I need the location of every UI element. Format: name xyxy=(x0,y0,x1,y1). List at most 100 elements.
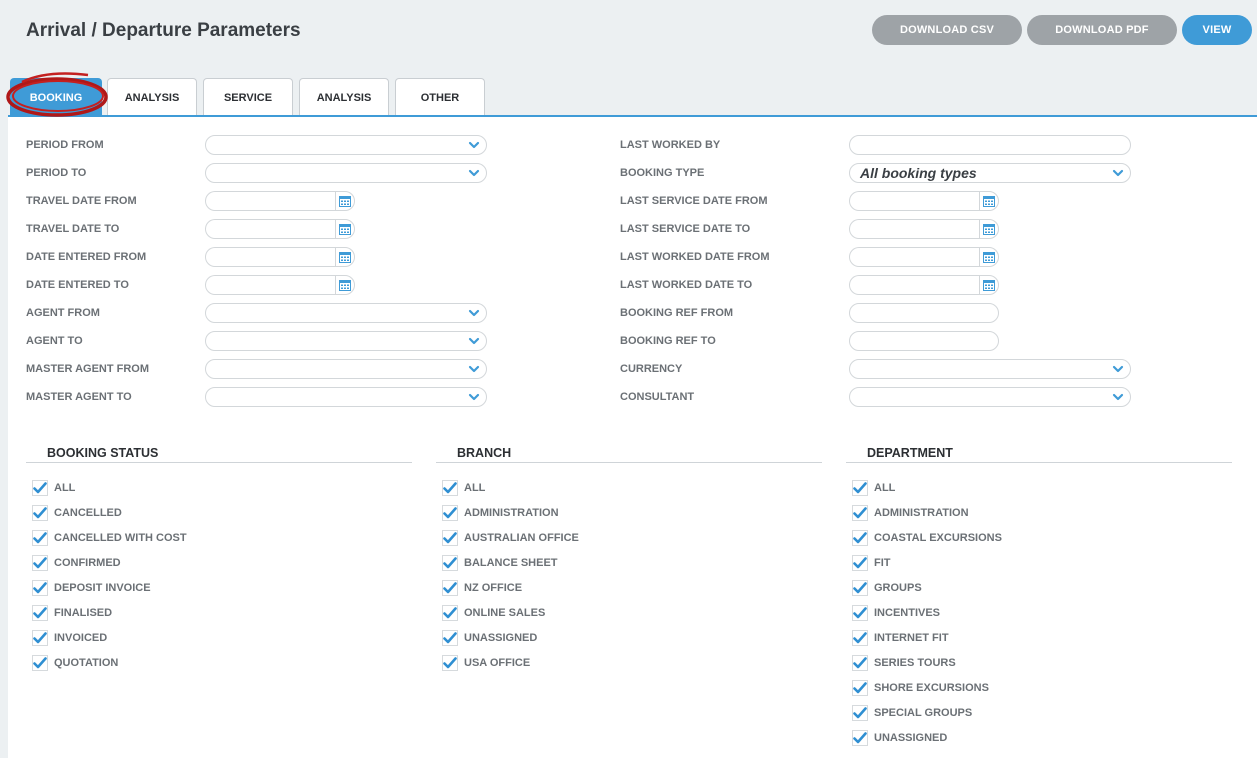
checkbox-department-incentives[interactable]: INCENTIVES xyxy=(852,603,940,623)
checkbox-branch-unassigned[interactable]: UNASSIGNED xyxy=(442,628,537,648)
master-agent-from-select[interactable] xyxy=(205,359,487,379)
check-icon[interactable] xyxy=(32,630,48,646)
checkbox-booking-status-finalised[interactable]: FINALISED xyxy=(32,603,112,623)
checkbox-department-series-tours[interactable]: SERIES TOURS xyxy=(852,653,956,673)
checkbox-department-groups[interactable]: GROUPS xyxy=(852,578,922,598)
date-entered-to-input[interactable] xyxy=(205,275,335,295)
check-icon[interactable] xyxy=(442,530,458,546)
checkbox-department-internet-fit[interactable]: INTERNET FIT xyxy=(852,628,949,648)
calendar-icon[interactable] xyxy=(335,191,355,211)
page-header: Arrival / Departure Parameters DOWNLOAD … xyxy=(0,0,1257,62)
check-icon[interactable] xyxy=(852,705,868,721)
check-icon[interactable] xyxy=(852,730,868,746)
travel-date-from-input[interactable] xyxy=(205,191,335,211)
calendar-icon[interactable] xyxy=(979,275,999,295)
checkbox-branch-australian-office[interactable]: AUSTRALIAN OFFICE xyxy=(442,528,579,548)
last-service-date-to-input[interactable] xyxy=(849,219,979,239)
agent-to-select[interactable] xyxy=(205,331,487,351)
currency-select[interactable] xyxy=(849,359,1131,379)
checkbox-department-unassigned[interactable]: UNASSIGNED xyxy=(852,728,947,748)
calendar-icon[interactable] xyxy=(335,247,355,267)
check-icon[interactable] xyxy=(442,630,458,646)
last-worked-by-input[interactable] xyxy=(849,135,1131,155)
check-icon[interactable] xyxy=(852,655,868,671)
master-agent-to-select[interactable] xyxy=(205,387,487,407)
check-icon[interactable] xyxy=(852,530,868,546)
check-icon[interactable] xyxy=(442,605,458,621)
checkbox-booking-status-deposit-invoice[interactable]: DEPOSIT INVOICE xyxy=(32,578,151,598)
check-icon[interactable] xyxy=(852,580,868,596)
check-icon[interactable] xyxy=(32,530,48,546)
checkbox-booking-status-confirmed[interactable]: CONFIRMED xyxy=(32,553,121,573)
checkbox-label: UNASSIGNED xyxy=(874,732,948,744)
agent-from-select[interactable] xyxy=(205,303,487,323)
tab-other[interactable]: OTHER xyxy=(395,78,485,116)
check-icon[interactable] xyxy=(32,655,48,671)
checkbox-department-all[interactable]: ALL xyxy=(852,478,895,498)
calendar-icon[interactable] xyxy=(335,275,355,295)
checkbox-department-coastal-excursions[interactable]: COASTAL EXCURSIONS xyxy=(852,528,1002,548)
check-icon[interactable] xyxy=(852,480,868,496)
check-icon[interactable] xyxy=(442,580,458,596)
calendar-icon[interactable] xyxy=(979,191,999,211)
check-icon[interactable] xyxy=(442,505,458,521)
tab-analysis-2[interactable]: ANALYSIS xyxy=(299,78,389,116)
check-icon[interactable] xyxy=(852,630,868,646)
checkbox-booking-status-quotation[interactable]: QUOTATION xyxy=(32,653,118,673)
checkbox-branch-usa-office[interactable]: USA OFFICE xyxy=(442,653,530,673)
check-icon[interactable] xyxy=(852,605,868,621)
label-last-service-date-from: LAST SERVICE DATE FROM xyxy=(620,195,768,207)
booking-ref-from-input[interactable] xyxy=(849,303,999,323)
check-icon[interactable] xyxy=(32,605,48,621)
checkbox-department-shore-excursions[interactable]: SHORE EXCURSIONS xyxy=(852,678,989,698)
check-icon[interactable] xyxy=(32,555,48,571)
calendar-icon[interactable] xyxy=(979,219,999,239)
checkbox-department-administration[interactable]: ADMINISTRATION xyxy=(852,503,969,523)
check-icon[interactable] xyxy=(852,505,868,521)
checkbox-branch-online-sales[interactable]: ONLINE SALES xyxy=(442,603,545,623)
calendar-icon[interactable] xyxy=(979,247,999,267)
chevron-down-icon xyxy=(468,390,480,404)
tab-analysis[interactable]: ANALYSIS xyxy=(107,78,197,116)
checkbox-label: ALL xyxy=(464,482,486,494)
calendar-icon[interactable] xyxy=(335,219,355,239)
check-icon[interactable] xyxy=(32,505,48,521)
selected-value: All booking types xyxy=(860,165,977,181)
checkbox-booking-status-cancelled[interactable]: CANCELLED xyxy=(32,503,122,523)
booking-type-select[interactable]: All booking types xyxy=(849,163,1131,183)
chevron-down-icon xyxy=(1112,390,1124,404)
download-pdf-button[interactable]: DOWNLOAD PDF xyxy=(1027,15,1177,45)
check-icon[interactable] xyxy=(852,680,868,696)
check-icon[interactable] xyxy=(32,480,48,496)
last-worked-date-to-input[interactable] xyxy=(849,275,979,295)
checkbox-booking-status-cancelled-with-cost[interactable]: CANCELLED WITH COST xyxy=(32,528,187,548)
check-icon[interactable] xyxy=(32,580,48,596)
checkbox-branch-administration[interactable]: ADMINISTRATION xyxy=(442,503,559,523)
download-csv-button[interactable]: DOWNLOAD CSV xyxy=(872,15,1022,45)
checkbox-branch-nz-office[interactable]: NZ OFFICE xyxy=(442,578,522,598)
check-icon[interactable] xyxy=(442,655,458,671)
period-to-select[interactable] xyxy=(205,163,487,183)
booking-ref-to-input[interactable] xyxy=(849,331,999,351)
consultant-select[interactable] xyxy=(849,387,1131,407)
checkbox-label: INCENTIVES xyxy=(874,607,941,619)
checkbox-label: CANCELLED xyxy=(54,507,122,519)
checkbox-branch-balance-sheet[interactable]: BALANCE SHEET xyxy=(442,553,558,573)
last-service-date-from-input[interactable] xyxy=(849,191,979,211)
checkbox-booking-status-all[interactable]: ALL xyxy=(32,478,75,498)
check-icon[interactable] xyxy=(442,555,458,571)
checkbox-label: AUSTRALIAN OFFICE xyxy=(464,532,579,544)
view-button[interactable]: VIEW xyxy=(1182,15,1252,45)
checkbox-booking-status-invoiced[interactable]: INVOICED xyxy=(32,628,107,648)
check-icon[interactable] xyxy=(852,555,868,571)
tab-service[interactable]: SERVICE xyxy=(203,78,293,116)
period-from-select[interactable] xyxy=(205,135,487,155)
checkbox-department-fit[interactable]: FIT xyxy=(852,553,891,573)
checkbox-branch-all[interactable]: ALL xyxy=(442,478,485,498)
last-worked-date-from-input[interactable] xyxy=(849,247,979,267)
checkbox-label: SERIES TOURS xyxy=(874,657,956,669)
date-entered-from-input[interactable] xyxy=(205,247,335,267)
travel-date-to-input[interactable] xyxy=(205,219,335,239)
check-icon[interactable] xyxy=(442,480,458,496)
checkbox-department-special-groups[interactable]: SPECIAL GROUPS xyxy=(852,703,972,723)
